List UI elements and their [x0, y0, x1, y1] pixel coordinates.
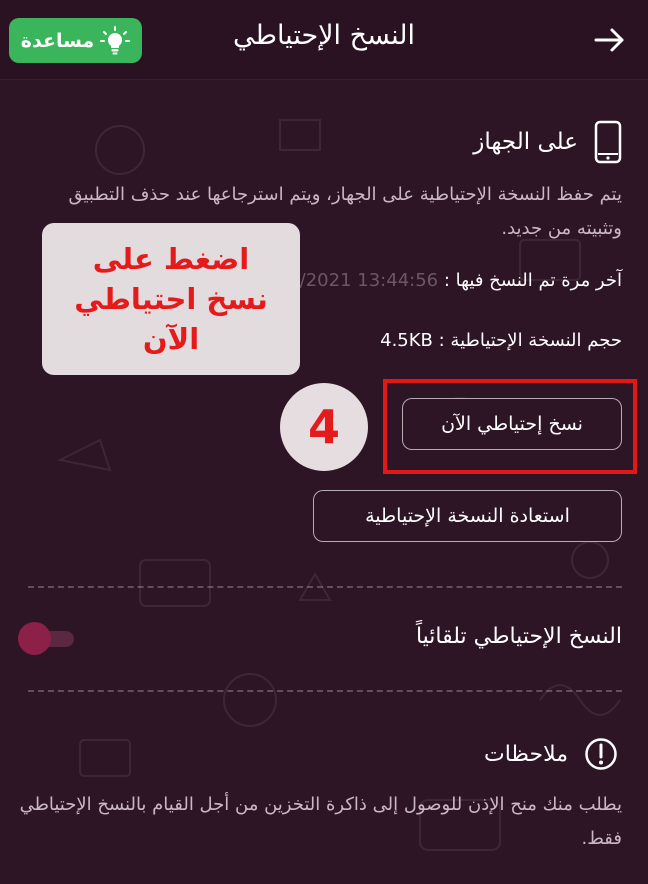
divider [28, 586, 622, 588]
backup-size-label: حجم النسخة الإحتياطية : [438, 330, 622, 351]
toggle-knob [18, 622, 51, 655]
notes-header: ملاحظات [484, 737, 618, 771]
device-section-title: على الجهاز [473, 129, 578, 155]
annotation-step-number: 4 [280, 383, 368, 471]
last-backup-label: آخر مرة تم النسخ فيها : [443, 270, 622, 291]
divider [28, 690, 622, 692]
lightbulb-icon [100, 25, 131, 54]
device-section-header: على الجهاز [473, 120, 622, 164]
phone-icon [594, 120, 622, 164]
backup-size-value: 4.5KB [380, 330, 433, 351]
app-screen: النسخ الإحتياطي مساعدة على الجهاز يتم حف… [0, 0, 648, 884]
arrow-right-icon[interactable] [592, 22, 628, 58]
notes-title: ملاحظات [484, 741, 568, 767]
annotation-highlight-box [383, 379, 637, 474]
restore-backup-button[interactable]: استعادة النسخة الإحتياطية [313, 490, 622, 542]
help-button-label: مساعدة [20, 29, 95, 52]
annotation-callout: اضغط على نسخ احتياطي الآن [42, 223, 300, 375]
help-button[interactable]: مساعدة [9, 18, 142, 63]
info-icon [585, 738, 617, 770]
callout-line: اضغط على [92, 242, 250, 276]
callout-line: نسخ احتياطي [74, 282, 268, 316]
callout-line: الآن [142, 322, 200, 356]
auto-backup-label: النسخ الإحتياطي تلقائياً [415, 624, 622, 649]
page-title: النسخ الإحتياطي [232, 20, 416, 51]
notes-description: يطلب منك منح الإذن للوصول إلى ذاكرة التخ… [19, 794, 622, 849]
auto-backup-toggle[interactable] [18, 620, 74, 656]
top-bar: النسخ الإحتياطي مساعدة [0, 0, 648, 80]
